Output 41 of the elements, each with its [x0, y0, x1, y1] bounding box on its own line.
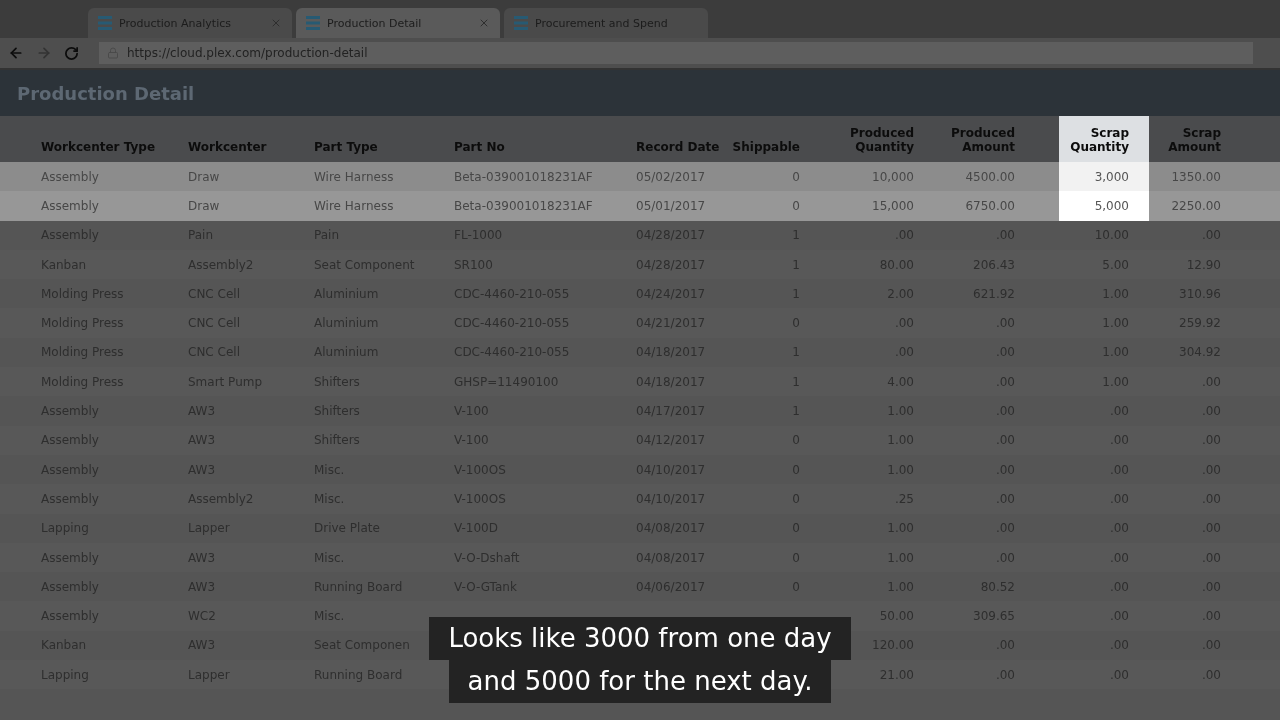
- column-header: Part Type: [314, 139, 379, 156]
- column-header: Workcenter Type: [41, 139, 157, 156]
- table-cell: 0: [792, 169, 800, 184]
- table-cell: Draw: [188, 198, 220, 213]
- close-icon[interactable]: [270, 17, 282, 29]
- column-header: Produced Quantity: [849, 125, 914, 156]
- column-header: Workcenter: [188, 139, 268, 156]
- reload-icon[interactable]: [64, 45, 79, 61]
- back-icon[interactable]: [8, 45, 24, 61]
- table-cell: 05/02/2017: [636, 169, 706, 184]
- forward-icon[interactable]: [36, 45, 52, 61]
- column-header: Scrap Amount: [1167, 125, 1222, 156]
- table-cell: Wire Harness: [314, 169, 394, 184]
- table-cell: 0: [792, 198, 800, 213]
- column-header: Shippable: [732, 139, 800, 156]
- table-cell: 05/01/2017: [636, 198, 706, 213]
- table-cell: Beta-039001018231AF: [454, 169, 593, 184]
- page-title: Production Detail: [17, 82, 195, 104]
- table-cell: Draw: [188, 169, 220, 184]
- table-cell: 6750.00: [965, 198, 1015, 213]
- table-cell: 5,000: [1094, 198, 1129, 213]
- address-field[interactable]: https://cloud.plex.com/production-detail: [99, 42, 1253, 64]
- table-cell: 15,000: [872, 198, 914, 213]
- column-header: Scrap Quantity: [1059, 116, 1149, 162]
- table-cell: Assembly: [41, 169, 99, 184]
- table-cell: Assembly: [41, 198, 99, 213]
- close-icon[interactable]: [478, 17, 490, 29]
- table-cell: 4500.00: [965, 169, 1015, 184]
- column-header: Record Date: [636, 139, 721, 156]
- table-cell: 3,000: [1094, 169, 1129, 184]
- column-header: Produced Amount: [950, 125, 1016, 156]
- table-cell: 2250.00: [1171, 198, 1221, 213]
- list-icon: [98, 15, 112, 31]
- table-cell: 10,000: [872, 169, 914, 184]
- table-cell: Wire Harness: [314, 198, 394, 213]
- list-icon: [306, 15, 320, 31]
- table-cell: Beta-039001018231AF: [454, 198, 593, 213]
- column-header: Part No: [454, 139, 506, 156]
- list-icon: [514, 15, 528, 31]
- table-cell: 1350.00: [1171, 169, 1221, 184]
- browser-tab[interactable]: Production Detail: [296, 8, 500, 38]
